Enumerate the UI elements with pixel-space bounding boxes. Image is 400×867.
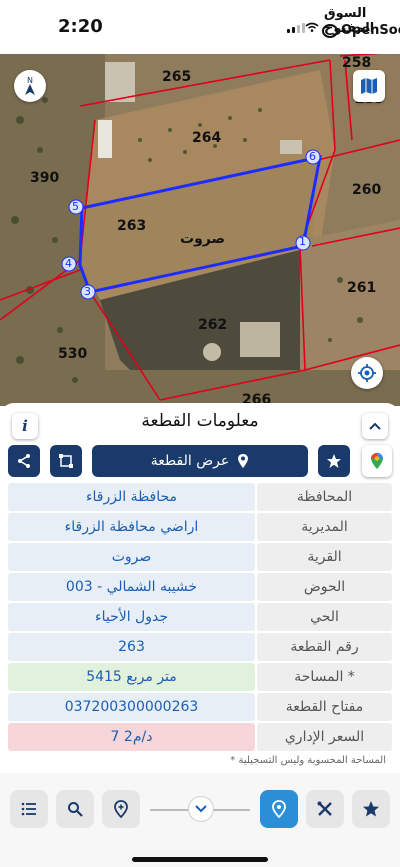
table-row: محافظة الزرقاء المحافظة (8, 483, 392, 511)
app-screen: 2:20 السوق المفتوح OpenSooq (0, 0, 400, 867)
list-button[interactable] (10, 790, 48, 828)
row-value: صروت (8, 543, 255, 571)
area-footnote: * المساحة المحسوبة وليس التسجيلية (230, 755, 386, 766)
table-row: 263 رقم القطعة (8, 633, 392, 661)
favorites-button[interactable] (352, 790, 390, 828)
row-label: المحافظة (257, 483, 392, 511)
parcel-label: 258 (342, 55, 372, 71)
search-icon (68, 802, 83, 817)
table-row: جدول الأحياء الحي (8, 603, 392, 631)
chevron-up-icon (369, 422, 381, 430)
share-icon (18, 454, 30, 468)
star-icon (327, 454, 341, 468)
tools-button[interactable] (306, 790, 344, 828)
row-value: 263 (8, 633, 255, 661)
svg-text:N: N (27, 76, 33, 85)
layers-button[interactable] (353, 70, 385, 102)
show-parcel-label: عرض القطعة (150, 453, 230, 469)
north-arrow-icon: N (25, 76, 35, 95)
map-pin-icon (272, 800, 286, 818)
row-value: 037200300000263 (8, 693, 255, 721)
google-maps-button[interactable] (362, 445, 392, 477)
village-label: صروت (180, 231, 226, 247)
row-label: السعر الإداري (257, 723, 392, 751)
collapse-button[interactable] (362, 413, 388, 439)
vertex-label: 1 (299, 235, 306, 248)
row-value: محافظة الزرقاء (8, 483, 255, 511)
share-button[interactable] (8, 445, 40, 477)
row-label: رقم القطعة (257, 633, 392, 661)
parcel-details-table: محافظة الزرقاء المحافظة اراضي محافظة الز… (8, 483, 392, 753)
tools-icon (317, 801, 332, 816)
saved-locations-button[interactable] (102, 790, 140, 828)
locate-button[interactable] (351, 357, 383, 389)
row-label: الحي (257, 603, 392, 631)
vertex-label: 3 (84, 285, 91, 298)
parcel-label: 261 (347, 280, 377, 296)
locate-icon (358, 364, 376, 382)
map-pin-icon (238, 454, 249, 468)
table-row: 037200300000263 مفتاح القطعة (8, 693, 392, 721)
panel-title: معلومات القطعة (141, 411, 259, 431)
parcel-label: 390 (30, 170, 60, 186)
parcel-label: 262 (198, 317, 228, 333)
favorite-button[interactable] (318, 445, 350, 477)
parcel-label: 530 (58, 346, 88, 362)
row-value: جدول الأحياء (8, 603, 255, 631)
table-row: خشيبه الشمالي - 003 الحوض (8, 573, 392, 601)
parcel-label: 264 (192, 130, 222, 146)
search-button[interactable] (56, 790, 94, 828)
status-time: 2:20 (58, 16, 103, 37)
pin-plus-icon (114, 800, 128, 818)
table-row: اراضي محافظة الزرقاء المديرية (8, 513, 392, 541)
row-value: خشيبه الشمالي - 003 (8, 573, 255, 601)
show-parcel-button[interactable]: عرض القطعة (92, 445, 308, 477)
parcel-label: 263 (117, 218, 147, 234)
row-value: 5415 متر مربع (8, 663, 255, 691)
bottom-toolbar (0, 773, 400, 867)
parcel-label: 260 (352, 182, 382, 198)
parcel-info-panel: i معلومات القطعة عرض القطعة محافظة الزرق… (0, 403, 400, 773)
table-row: صروت القرية (8, 543, 392, 571)
table-row: 5415 متر مربع المساحة * (8, 663, 392, 691)
row-label: القرية (257, 543, 392, 571)
star-icon (363, 801, 379, 817)
status-bar: 2:20 السوق المفتوح OpenSooq (0, 0, 400, 54)
list-icon (21, 802, 36, 816)
row-label: المديرية (257, 513, 392, 541)
map-view[interactable]: 265 258 259 264 390 263 260 261 262 530 … (0, 54, 400, 406)
draw-area-button[interactable] (50, 445, 82, 477)
location-pin-button[interactable] (260, 790, 298, 828)
chevron-down-icon (195, 805, 207, 813)
zoom-slider-knob[interactable] (188, 796, 214, 822)
watermark-english: OpenSooq (341, 23, 400, 38)
vertex-label: 4 (65, 257, 72, 270)
opensooq-logo-icon (322, 24, 338, 38)
table-row: 7 د/م2 السعر الإداري (8, 723, 392, 751)
row-value: 7 د/م2 (8, 723, 255, 751)
parcel-label: 265 (162, 69, 192, 85)
row-label: مفتاح القطعة (257, 693, 392, 721)
wifi-icon (305, 22, 319, 32)
action-bar: عرض القطعة (0, 445, 400, 479)
compass-button[interactable]: N (14, 70, 46, 102)
polygon-icon (59, 454, 73, 468)
row-label: الحوض (257, 573, 392, 601)
signal-icon (287, 23, 305, 33)
vertex-label: 6 (309, 150, 316, 163)
row-value: اراضي محافظة الزرقاء (8, 513, 255, 541)
map-layers-icon (361, 78, 377, 94)
google-maps-icon (371, 453, 383, 469)
row-label: المساحة * (257, 663, 392, 691)
home-indicator (132, 857, 268, 862)
vertex-label: 5 (72, 200, 79, 213)
